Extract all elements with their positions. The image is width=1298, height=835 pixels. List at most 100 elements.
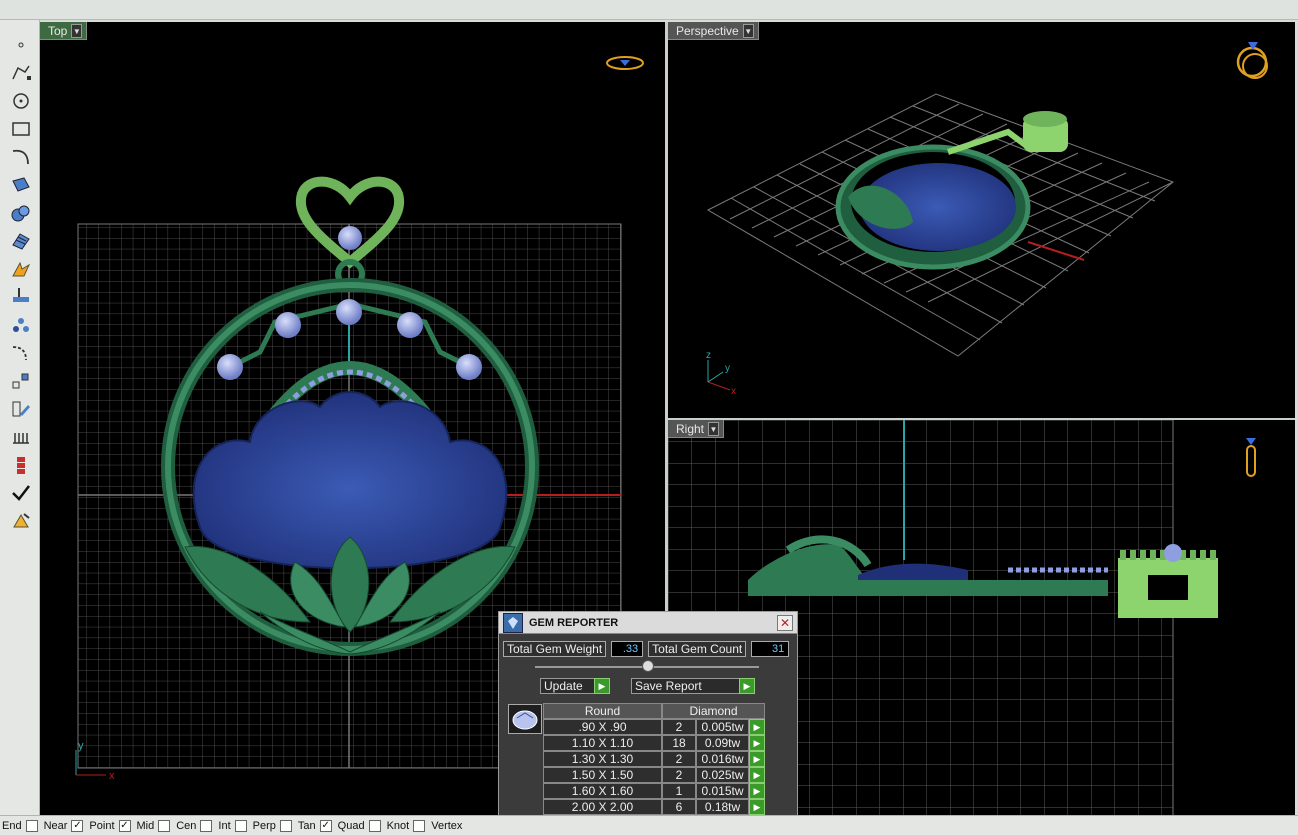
gem-size: .90 X .90	[543, 719, 662, 735]
chevron-down-icon[interactable]: ▼	[708, 421, 720, 436]
viewport-title-perspective[interactable]: Perspective ▼	[668, 22, 759, 40]
left-toolbar	[0, 20, 40, 815]
table-row: .90 X .90 2 0.005tw ▶	[543, 719, 765, 735]
osnap-near[interactable]: Near ✓	[43, 819, 84, 832]
round-gem-thumbnail	[508, 704, 542, 734]
gem-reporter-titlebar[interactable]: GEM REPORTER	[499, 612, 797, 634]
viewport-title-right[interactable]: Right ▼	[668, 420, 725, 438]
osnap-mid[interactable]: Mid	[136, 819, 171, 832]
osnap-quad[interactable]: Quad	[337, 819, 381, 832]
play-icon[interactable]: ▶	[594, 678, 610, 694]
osnap-label: Cen	[176, 819, 197, 832]
report-slider-handle[interactable]	[642, 660, 654, 672]
fillet-icon[interactable]	[9, 342, 33, 364]
column-header-shape: Round	[543, 703, 662, 719]
total-gem-count-label: Total Gem Count	[648, 641, 747, 657]
perspective-viewport[interactable]: z y x Perspective ▼	[668, 22, 1295, 418]
rectangle-icon[interactable]	[9, 118, 33, 140]
column-header-material: Diamond	[662, 703, 765, 719]
solid-icon[interactable]	[9, 202, 33, 224]
gem-reporter-icon	[503, 612, 523, 633]
osnap-label: Int	[218, 819, 231, 832]
checkbox[interactable]	[25, 819, 38, 832]
osnap-statusbar: End Near ✓ Point ✓ Mid Cen Int Perp Tan ✓ Q…	[0, 815, 1298, 835]
viewport-title-label: Top	[48, 23, 68, 38]
checkbox[interactable]: ✓	[319, 819, 332, 832]
osnap-label: Mid	[136, 819, 155, 832]
curve-icon[interactable]	[9, 146, 33, 168]
checkbox[interactable]	[368, 819, 381, 832]
gem-table: Round Diamond .90 X .90 2 0.005tw ▶ 1.10…	[543, 703, 765, 815]
array-icon[interactable]	[9, 370, 33, 392]
gem-count: 6	[662, 799, 696, 815]
dimension-icon[interactable]	[9, 284, 33, 306]
osnap-int[interactable]: Int	[218, 819, 247, 832]
axis-y-label: y	[78, 740, 84, 752]
checkbox[interactable]	[158, 819, 171, 832]
checkbox[interactable]	[234, 819, 247, 832]
osnap-label: Knot	[386, 819, 410, 832]
gem-count: 1	[662, 783, 696, 799]
viewport-title-label: Perspective	[676, 23, 739, 38]
osnap-label: Vertex	[431, 819, 463, 832]
gem-weight: 0.025tw	[696, 767, 749, 783]
axis-x-label: x	[109, 770, 115, 782]
gem-size: 1.50 X 1.50	[543, 767, 662, 783]
gem-reporter-panel[interactable]: GEM REPORTER ✕ Total Gem Weight .33 Tota…	[498, 611, 798, 835]
play-icon[interactable]: ▶	[749, 799, 765, 815]
check-icon[interactable]	[9, 482, 33, 504]
checkbox[interactable]: ✓	[71, 819, 84, 832]
play-icon[interactable]: ▶	[749, 735, 765, 751]
osnap-label: Tan	[297, 819, 316, 832]
total-gem-count-value: 31	[751, 641, 790, 657]
axis-x-label: x	[731, 386, 736, 397]
checkbox[interactable]	[200, 819, 213, 832]
play-icon[interactable]: ▶	[739, 678, 755, 694]
checkbox[interactable]: ✓	[118, 819, 131, 832]
save-report-button[interactable]: Save Report ▶	[631, 678, 755, 694]
osnap-label: Quad	[337, 819, 365, 832]
play-icon[interactable]: ▶	[749, 719, 765, 735]
osnap-perp[interactable]: Perp	[253, 819, 292, 832]
osnap-point[interactable]: Point ✓	[89, 819, 131, 832]
render-icon[interactable]	[9, 510, 33, 532]
edit-icon[interactable]	[9, 398, 33, 420]
osnap-knot[interactable]: Knot	[386, 819, 426, 832]
play-icon[interactable]: ▶	[749, 783, 765, 799]
viewport-title-top[interactable]: Top ▼	[40, 22, 88, 40]
mesh-icon[interactable]	[9, 230, 33, 252]
osnap-label: End	[2, 819, 22, 832]
gem-count: 2	[662, 751, 696, 767]
osnap-label: Near	[43, 819, 68, 832]
axis-z-label: z	[706, 350, 711, 361]
transform-icon[interactable]	[9, 258, 33, 280]
gem-size: 1.10 X 1.10	[543, 735, 662, 751]
play-icon[interactable]: ▶	[749, 751, 765, 767]
chevron-down-icon[interactable]: ▼	[71, 23, 83, 38]
checkbox[interactable]	[279, 819, 292, 832]
surface-icon[interactable]	[9, 174, 33, 196]
axis-y-label: y	[725, 363, 730, 374]
stack-icon[interactable]	[9, 454, 33, 476]
osnap-tan[interactable]: Tan ✓	[297, 819, 332, 832]
gem-weight: 0.18tw	[696, 799, 749, 815]
group-icon[interactable]	[9, 314, 33, 336]
circle-icon[interactable]	[9, 90, 33, 112]
osnap-label: Point	[89, 819, 115, 832]
osnap-vertex[interactable]: Vertex	[431, 820, 462, 832]
gem-weight: 0.015tw	[696, 783, 749, 799]
play-icon[interactable]: ▶	[749, 767, 765, 783]
gem-tools-icon[interactable]	[9, 426, 33, 448]
close-icon[interactable]: ✕	[777, 615, 793, 631]
polyline-icon[interactable]	[9, 62, 33, 84]
update-button[interactable]: Update ▶	[540, 678, 610, 694]
osnap-cen[interactable]: Cen	[176, 819, 213, 832]
gem-reporter-title: GEM REPORTER	[529, 616, 619, 629]
total-gem-weight-value: .33	[611, 641, 644, 657]
perspective-view-canvas: z y x	[706, 42, 1268, 397]
chevron-down-icon[interactable]: ▼	[742, 23, 754, 38]
viewport-title-label: Right	[676, 421, 705, 436]
checkbox[interactable]	[413, 819, 426, 832]
osnap-end[interactable]: End	[2, 819, 38, 832]
point-icon[interactable]	[9, 34, 33, 56]
